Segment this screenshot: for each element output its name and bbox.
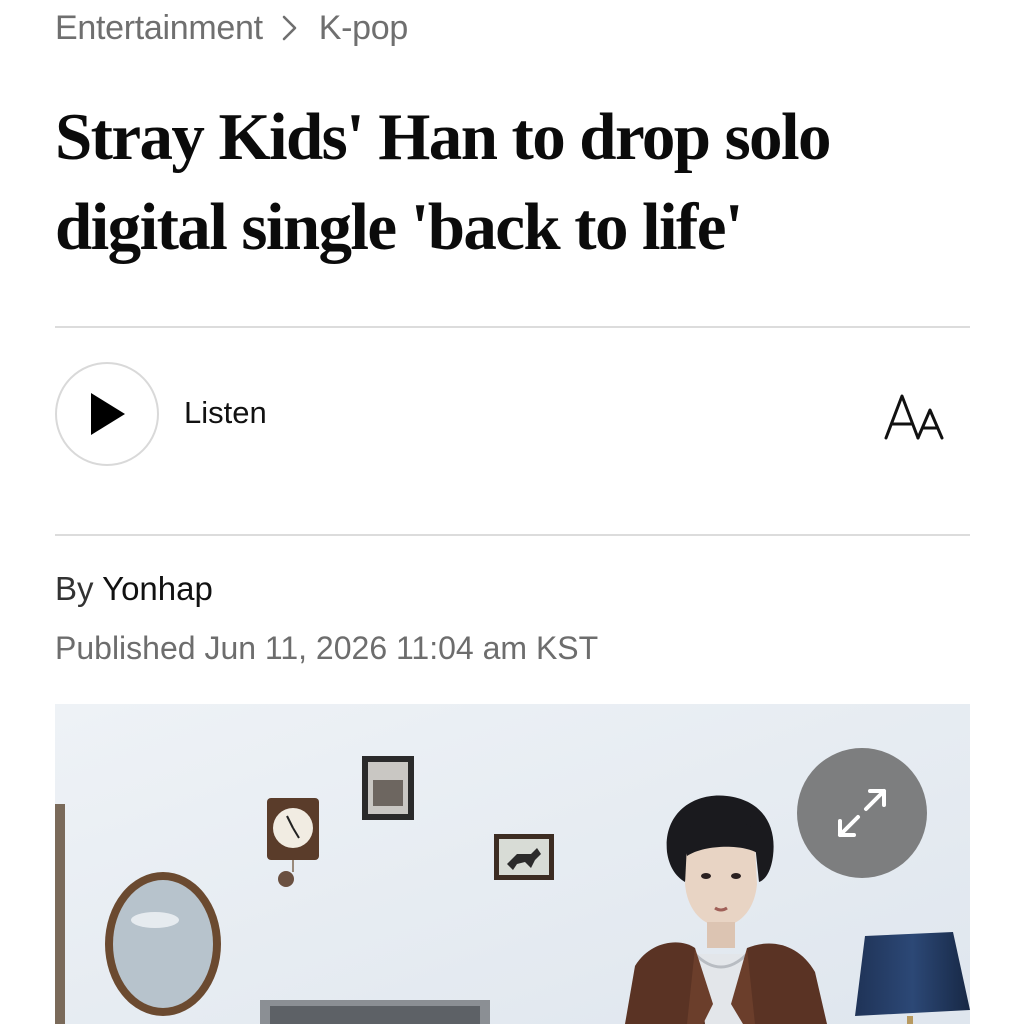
byline: By Yonhap [55,570,213,608]
expand-icon [838,789,886,837]
play-icon [91,393,125,435]
breadcrumb-kpop[interactable]: K-pop [319,9,409,48]
published-date: Published Jun 11, 2026 11:04 am KST [55,630,599,666]
breadcrumb: Entertainment K-pop [55,6,408,50]
headline-line-1: Stray Kids' Han to drop solo [55,100,831,174]
play-button[interactable] [55,362,159,466]
chevron-right-icon [282,15,297,41]
article-headline: Stray Kids' Han to drop solo digital sin… [55,92,985,272]
expand-image-button[interactable] [797,748,927,878]
divider-bottom [55,534,970,536]
text-size-icon [884,394,944,440]
font-size-button[interactable] [880,388,952,448]
listen-label[interactable]: Listen [184,395,267,431]
breadcrumb-entertainment[interactable]: Entertainment [55,9,263,48]
headline-line-2: digital single 'back to life' [55,190,744,264]
divider-top [55,326,970,328]
byline-author[interactable]: Yonhap [102,570,213,607]
byline-prefix: By [55,570,94,607]
